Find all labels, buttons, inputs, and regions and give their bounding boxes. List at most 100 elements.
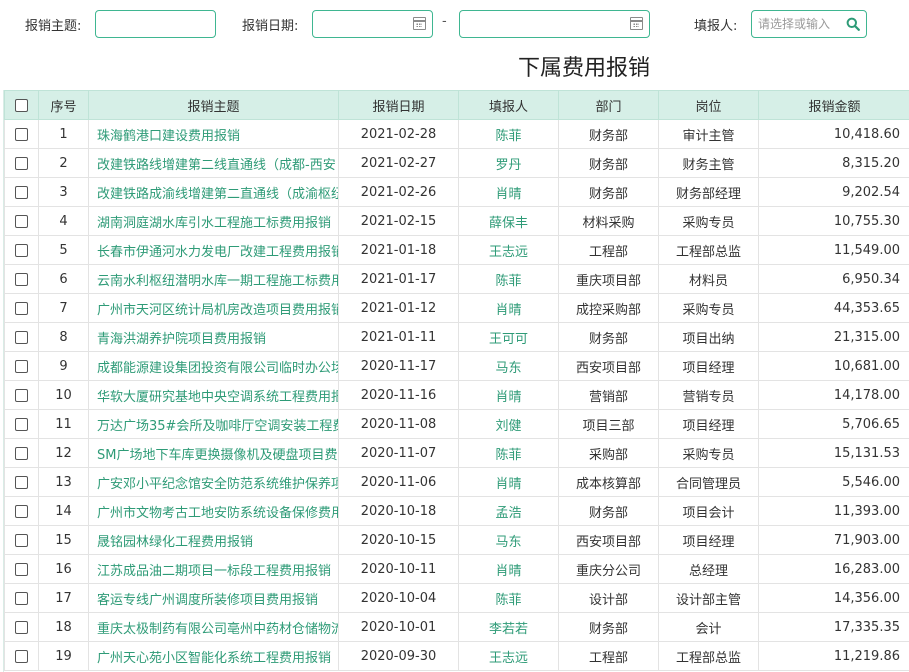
table-row[interactable]: 8 青海洪湖养护院项目费用报销 2021-01-11 王可可 财务部 项目出纳 21,315… (4, 322, 909, 352)
expense-subject-link[interactable]: 成都能源建设集团投资有限公司临时办公场所 (88, 351, 339, 381)
expense-subject-link[interactable]: 珠海鹤港口建设费用报销 (88, 119, 339, 149)
reporter-name[interactable]: 孟浩 (458, 496, 559, 526)
date-end-input[interactable] (459, 10, 650, 38)
row-checkbox[interactable] (15, 185, 28, 199)
reporter-name[interactable]: 罗丹 (458, 148, 559, 178)
table-row[interactable]: 19 广州天心苑小区智能化系统工程费用报销 2020-09-30 王志远 工程部 工程部总… (4, 641, 909, 671)
expense-subject-link[interactable]: 改建铁路线增建第二线直通线（成都-西安 (88, 148, 339, 178)
expense-table-container[interactable]: 序号 报销主题 报销日期 填报人 部门 岗位 报销金额 1 珠海鹤港口建设费用报销… (3, 90, 909, 672)
reporter-name[interactable]: 王志远 (458, 235, 559, 265)
expense-subject-link[interactable]: 改建铁路成渝线增建第二直通线（成渝枢纽 (88, 177, 339, 207)
table-row[interactable]: 16 江苏成品油二期项目一标段工程费用报销 2020-10-11 肖晴 重庆分公司 总经理… (4, 554, 909, 584)
expense-subject-link[interactable]: 长春市伊通河水力发电厂改建工程费用报销 (88, 235, 339, 265)
row-select-cell[interactable] (4, 496, 39, 526)
reporter-name[interactable]: 肖晴 (458, 177, 559, 207)
row-select-cell[interactable] (4, 438, 39, 468)
row-select-cell[interactable] (4, 554, 39, 584)
table-row[interactable]: 4 湖南洞庭湖水库引水工程施工标费用报销 2021-02-15 薛保丰 材料采购 采购专员… (4, 206, 909, 236)
column-header[interactable]: 报销日期 (338, 90, 459, 120)
table-row[interactable]: 15 晟铭园林绿化工程费用报销 2020-10-15 马东 西安项目部 项目经理 71,90… (4, 525, 909, 555)
row-checkbox[interactable] (15, 620, 28, 634)
reporter-name[interactable]: 肖晴 (458, 467, 559, 497)
row-checkbox[interactable] (15, 446, 28, 460)
row-checkbox[interactable] (15, 156, 28, 170)
expense-subject-link[interactable]: 重庆太极制药有限公司亳州中药材仓储物流 (88, 612, 339, 642)
table-row[interactable]: 3 改建铁路成渝线增建第二直通线（成渝枢纽 2021-02-26 肖晴 财务部 财务部经理… (4, 177, 909, 207)
row-select-cell[interactable] (4, 612, 39, 642)
row-select-cell[interactable] (4, 177, 39, 207)
table-row[interactable]: 17 客运专线广州调度所装修项目费用报销 2020-10-04 陈菲 设计部 设计部主管 1… (4, 583, 909, 613)
row-select-cell[interactable] (4, 293, 39, 323)
column-header[interactable]: 序号 (38, 90, 89, 120)
table-row[interactable]: 18 重庆太极制药有限公司亳州中药材仓储物流 2020-10-01 李若若 财务部 会计 1… (4, 612, 909, 642)
expense-subject-link[interactable]: 晟铭园林绿化工程费用报销 (88, 525, 339, 555)
row-checkbox[interactable] (15, 214, 28, 228)
row-select-cell[interactable] (4, 525, 39, 555)
table-row[interactable]: 14广州市文物考古工地安防系统设备保修费用报销2020-10-18孟浩财务部项目… (4, 496, 909, 526)
calendar-icon[interactable] (630, 17, 643, 30)
expense-subject-link[interactable]: 广州市文物考古工地安防系统设备保修费用报销 (88, 496, 339, 526)
reporter-name[interactable]: 薛保丰 (458, 206, 559, 236)
row-select-cell[interactable] (4, 206, 39, 236)
expense-subject-link[interactable]: 广州市天河区统计局机房改造项目费用报销 (88, 293, 339, 323)
column-header[interactable]: 报销金额 (758, 90, 909, 120)
reporter-name[interactable]: 王可可 (458, 322, 559, 352)
row-checkbox[interactable] (15, 388, 28, 402)
expense-subject-link[interactable]: 华软大厦研究基地中央空调系统工程费用报销 (88, 380, 339, 410)
date-start-input[interactable] (312, 10, 433, 38)
reporter-name[interactable]: 王志远 (458, 641, 559, 671)
expense-subject-link[interactable]: 江苏成品油二期项目一标段工程费用报销 (88, 554, 339, 584)
reporter-name[interactable]: 马东 (458, 351, 559, 381)
table-row[interactable]: 9 成都能源建设集团投资有限公司临时办公场所 2020-11-17 马东 西安项目部 项目… (4, 351, 909, 381)
table-row[interactable]: 13 广安邓小平纪念馆安全防范系统维护保养项目 2020-11-06 肖晴 成本核算部合… (4, 467, 909, 497)
row-checkbox[interactable] (15, 504, 28, 518)
table-row[interactable]: 6 云南水利枢纽潜明水库一期工程施工标费用 2021-01-17 陈菲 重庆项目部 材料员… (4, 264, 909, 294)
row-select-cell[interactable] (4, 409, 39, 439)
expense-subject-link[interactable]: 万达广场35#会所及咖啡厅空调安装工程费用 (88, 409, 339, 439)
reporter-name[interactable]: 陈菲 (458, 119, 559, 149)
search-icon[interactable] (846, 17, 860, 31)
table-row[interactable]: 5 长春市伊通河水力发电厂改建工程费用报销 2021-01-18 王志远 工程部 工程部总… (4, 235, 909, 265)
row-checkbox[interactable] (15, 562, 28, 576)
table-row[interactable]: 2 改建铁路线增建第二线直通线（成都-西安 2021-02-27 罗丹 财务部 财务主管 8… (4, 148, 909, 178)
row-checkbox[interactable] (15, 330, 28, 344)
expense-subject-link[interactable]: 广安邓小平纪念馆安全防范系统维护保养项目 (88, 467, 339, 497)
row-select-cell[interactable] (4, 380, 39, 410)
expense-subject-link[interactable]: 湖南洞庭湖水库引水工程施工标费用报销 (88, 206, 339, 236)
reporter-name[interactable]: 肖晴 (458, 380, 559, 410)
row-checkbox[interactable] (15, 591, 28, 605)
row-select-cell[interactable] (4, 322, 39, 352)
select-all-checkbox[interactable] (15, 98, 28, 112)
row-select-cell[interactable] (4, 467, 39, 497)
row-checkbox[interactable] (15, 649, 28, 663)
table-row[interactable]: 7 广州市天河区统计局机房改造项目费用报销 2021-01-12 肖晴 成控采购部 采购专… (4, 293, 909, 323)
table-row[interactable]: 12 SM广场地下车库更换摄像机及硬盘项目费用 2020-11-07 陈菲 采购部 采购专… (4, 438, 909, 468)
column-header[interactable]: 报销主题 (88, 90, 339, 120)
row-select-cell[interactable] (4, 235, 39, 265)
calendar-icon[interactable] (413, 17, 426, 30)
column-header[interactable]: 部门 (558, 90, 659, 120)
row-checkbox[interactable] (15, 243, 28, 257)
table-row[interactable]: 10 华软大厦研究基地中央空调系统工程费用报销 2020-11-16 肖晴 营销部 营销专… (4, 380, 909, 410)
expense-subject-link[interactable]: 客运专线广州调度所装修项目费用报销 (88, 583, 339, 613)
expense-subject-link[interactable]: SM广场地下车库更换摄像机及硬盘项目费用 (88, 438, 339, 468)
reporter-input[interactable] (758, 16, 842, 32)
row-checkbox[interactable] (15, 533, 28, 547)
table-row[interactable]: 11 万达广场35#会所及咖啡厅空调安装工程费用 2020-11-08 刘健 项目三部项… (4, 409, 909, 439)
reporter-name[interactable]: 马东 (458, 525, 559, 555)
row-select-cell[interactable] (4, 351, 39, 381)
column-header[interactable]: 填报人 (458, 90, 559, 120)
subject-filter-input[interactable] (95, 10, 216, 38)
reporter-name[interactable]: 肖晴 (458, 293, 559, 323)
reporter-combobox[interactable] (751, 10, 867, 38)
row-select-cell[interactable] (4, 148, 39, 178)
row-select-cell[interactable] (4, 119, 39, 149)
table-row[interactable]: 1 珠海鹤港口建设费用报销 2021-02-28 陈菲 财务部 审计主管 10,418.60 (4, 119, 909, 149)
row-checkbox[interactable] (15, 272, 28, 286)
reporter-name[interactable]: 肖晴 (458, 554, 559, 584)
select-all-cell[interactable] (4, 90, 39, 120)
row-select-cell[interactable] (4, 583, 39, 613)
row-checkbox[interactable] (15, 127, 28, 141)
row-checkbox[interactable] (15, 417, 28, 431)
row-select-cell[interactable] (4, 641, 39, 671)
